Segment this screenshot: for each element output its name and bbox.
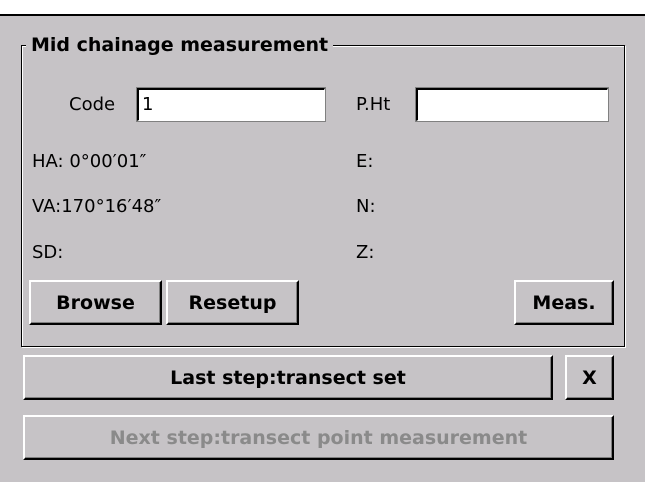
va-readout: VA:170°16′48″ (32, 196, 162, 217)
sd-readout: SD: (32, 242, 64, 263)
resetup-button[interactable]: Resetup (166, 280, 299, 325)
e-readout: E: (356, 151, 374, 172)
last-step-button[interactable]: Last step:transect set (23, 355, 553, 400)
browse-button[interactable]: Browse (29, 280, 162, 325)
group-title: Mid chainage measurement (26, 34, 334, 56)
close-button[interactable]: X (565, 355, 614, 400)
next-step-button[interactable]: Next step:transect point measurement (23, 415, 614, 460)
ha-readout: HA: 0°00′01″ (32, 151, 147, 172)
code-label: Code (69, 94, 116, 115)
meas-button[interactable]: Meas. (514, 280, 614, 325)
pht-label: P.Ht (356, 94, 391, 115)
code-input[interactable]: 1 (136, 87, 326, 122)
pht-input[interactable] (415, 87, 609, 122)
z-readout: Z: (356, 242, 375, 263)
dialog-window: Mid chainage measurement Code 1 P.Ht HA:… (0, 14, 645, 482)
n-readout: N: (356, 196, 376, 217)
